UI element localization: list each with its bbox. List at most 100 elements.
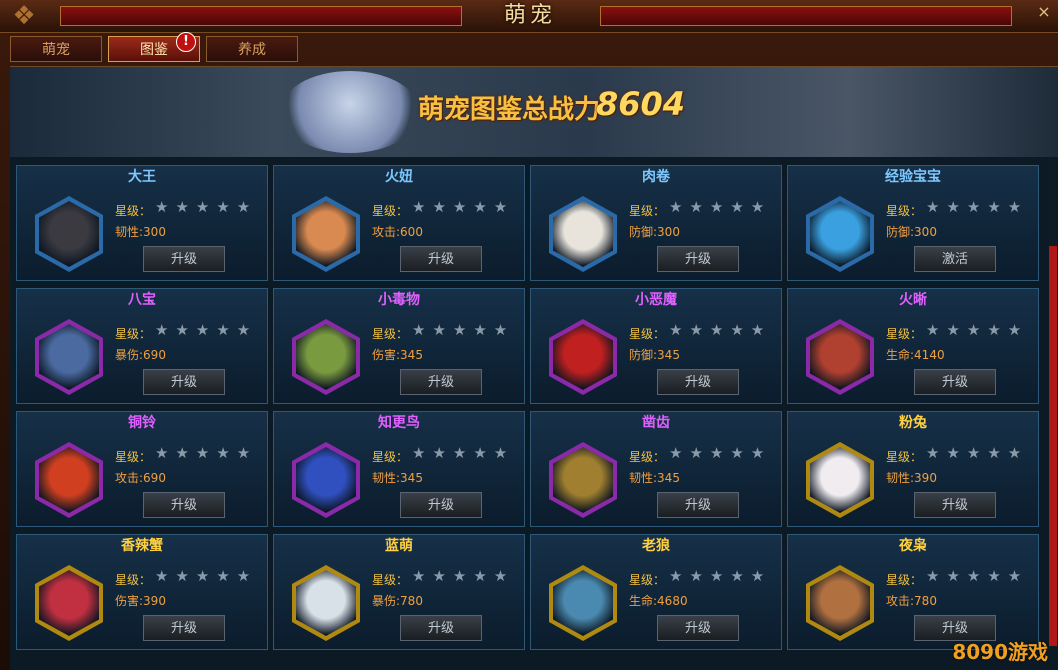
title-bar: ❖ 萌宠 × <box>0 0 1058 33</box>
pet-stat: 韧性:345 <box>372 471 423 485</box>
pet-card[interactable]: 大王 星级： ★★★★★ 韧性:300 升级 <box>16 165 268 281</box>
star-level-label: 星级： <box>372 204 409 218</box>
pet-name: 经验宝宝 <box>885 169 941 185</box>
upgrade-button[interactable]: 升级 <box>400 492 482 518</box>
upgrade-button[interactable]: 升级 <box>143 369 225 395</box>
pet-card[interactable]: 铜铃 星级： ★★★★★ 攻击:690 升级 <box>16 411 268 527</box>
pet-card[interactable]: 香辣蟹 星级： ★★★★★ 伤害:390 升级 <box>16 534 268 650</box>
upgrade-button[interactable]: 升级 <box>914 369 996 395</box>
scrollbar-thumb[interactable] <box>1049 246 1057 646</box>
star-level-label: 星级： <box>886 450 923 464</box>
star-level-label: 星级： <box>629 327 666 341</box>
pet-card[interactable]: 小毒物 星级： ★★★★★ 伤害:345 升级 <box>273 288 525 404</box>
upgrade-button[interactable]: 升级 <box>400 369 482 395</box>
pet-card[interactable]: 小恶魔 星级： ★★★★★ 防御:345 升级 <box>530 288 782 404</box>
pet-name: 肉卷 <box>642 169 670 185</box>
pet-stat: 攻击:690 <box>115 471 166 485</box>
upgrade-button[interactable]: 升级 <box>143 492 225 518</box>
banner-pet-image <box>280 71 420 153</box>
star-rating: ★★★★★ <box>926 321 1029 339</box>
star-level-label: 星级： <box>115 573 152 587</box>
pet-card[interactable]: 夜枭 星级： ★★★★★ 攻击:780 升级 <box>787 534 1039 650</box>
pet-stat: 韧性:300 <box>115 225 166 239</box>
pet-stat: 攻击:600 <box>372 225 423 239</box>
total-power-value: 8604 <box>596 85 686 123</box>
total-power-label: 萌宠图鉴总战力 <box>418 95 601 125</box>
star-rating: ★★★★★ <box>926 567 1029 585</box>
upgrade-button[interactable]: 升级 <box>400 246 482 272</box>
watermark-logo: 8090游戏 <box>952 640 1048 664</box>
pet-stat: 防御:300 <box>886 225 937 239</box>
star-rating: ★★★★★ <box>412 198 515 216</box>
pet-stat: 暴伤:690 <box>115 348 166 362</box>
tab-pets[interactable]: 萌宠 <box>10 36 102 62</box>
star-rating: ★★★★★ <box>155 198 258 216</box>
tab-training[interactable]: 养成 <box>206 36 298 62</box>
pet-name: 大王 <box>128 169 156 185</box>
pet-card[interactable]: 蓝萌 星级： ★★★★★ 暴伤:780 升级 <box>273 534 525 650</box>
pet-name: 小恶魔 <box>635 292 677 308</box>
collection-banner: 萌宠图鉴总战力 8604 <box>10 67 1058 157</box>
pet-stat: 暴伤:780 <box>372 594 423 608</box>
pet-stat: 防御:300 <box>629 225 680 239</box>
pet-name: 八宝 <box>128 292 156 308</box>
upgrade-button[interactable]: 升级 <box>143 246 225 272</box>
corner-ornament-left: ❖ <box>12 1 36 31</box>
upgrade-button[interactable]: 升级 <box>143 615 225 641</box>
pet-card[interactable]: 知更鸟 星级： ★★★★★ 韧性:345 升级 <box>273 411 525 527</box>
pet-window: ❖ 萌宠 × 萌宠 图鉴 养成 ! 萌宠图鉴总战力 8604 大王 星级： ★★… <box>0 0 1058 670</box>
scrollbar[interactable] <box>1049 160 1057 646</box>
star-rating: ★★★★★ <box>926 198 1029 216</box>
upgrade-button[interactable]: 升级 <box>657 369 739 395</box>
pet-stat: 生命:4140 <box>886 348 945 362</box>
close-icon[interactable]: × <box>1034 2 1054 22</box>
star-level-label: 星级： <box>372 573 409 587</box>
pet-card[interactable]: 粉兔 星级： ★★★★★ 韧性:390 升级 <box>787 411 1039 527</box>
title-ornament-left <box>60 6 462 26</box>
pet-card[interactable]: 凿齿 星级： ★★★★★ 韧性:345 升级 <box>530 411 782 527</box>
star-rating: ★★★★★ <box>155 567 258 585</box>
pet-name: 粉兔 <box>899 415 927 431</box>
pet-card[interactable]: 老狼 星级： ★★★★★ 生命:4680 升级 <box>530 534 782 650</box>
star-rating: ★★★★★ <box>669 567 772 585</box>
pet-card[interactable]: 经验宝宝 星级： ★★★★★ 防御:300 激活 <box>787 165 1039 281</box>
star-rating: ★★★★★ <box>412 567 515 585</box>
upgrade-button[interactable]: 激活 <box>914 246 996 272</box>
pet-card[interactable]: 火妞 星级： ★★★★★ 攻击:600 升级 <box>273 165 525 281</box>
pet-name: 蓝萌 <box>385 538 413 554</box>
star-level-label: 星级： <box>372 450 409 464</box>
star-level-label: 星级： <box>115 450 152 464</box>
pet-card[interactable]: 火晰 星级： ★★★★★ 生命:4140 升级 <box>787 288 1039 404</box>
star-rating: ★★★★★ <box>412 321 515 339</box>
upgrade-button[interactable]: 升级 <box>400 615 482 641</box>
pet-name: 火晰 <box>899 292 927 308</box>
pet-stat: 韧性:345 <box>629 471 680 485</box>
star-level-label: 星级： <box>629 204 666 218</box>
pet-name: 铜铃 <box>128 415 156 431</box>
star-rating: ★★★★★ <box>155 321 258 339</box>
upgrade-button[interactable]: 升级 <box>914 492 996 518</box>
star-level-label: 星级： <box>886 327 923 341</box>
pet-name: 知更鸟 <box>378 415 420 431</box>
pet-name: 小毒物 <box>378 292 420 308</box>
star-rating: ★★★★★ <box>926 444 1029 462</box>
pet-card[interactable]: 肉卷 星级： ★★★★★ 防御:300 升级 <box>530 165 782 281</box>
star-level-label: 星级： <box>629 573 666 587</box>
pet-name: 老狼 <box>642 538 670 554</box>
star-level-label: 星级： <box>372 327 409 341</box>
window-title: 萌宠 <box>503 3 556 28</box>
star-level-label: 星级： <box>629 450 666 464</box>
alert-badge: ! <box>176 32 196 52</box>
star-rating: ★★★★★ <box>669 444 772 462</box>
pet-stat: 攻击:780 <box>886 594 937 608</box>
star-rating: ★★★★★ <box>669 321 772 339</box>
pet-name: 凿齿 <box>642 415 670 431</box>
pet-stat: 生命:4680 <box>629 594 688 608</box>
pet-name: 夜枭 <box>899 538 927 554</box>
upgrade-button[interactable]: 升级 <box>657 246 739 272</box>
pet-card[interactable]: 八宝 星级： ★★★★★ 暴伤:690 升级 <box>16 288 268 404</box>
upgrade-button[interactable]: 升级 <box>657 492 739 518</box>
upgrade-button[interactable]: 升级 <box>657 615 739 641</box>
star-level-label: 星级： <box>886 573 923 587</box>
star-rating: ★★★★★ <box>412 444 515 462</box>
